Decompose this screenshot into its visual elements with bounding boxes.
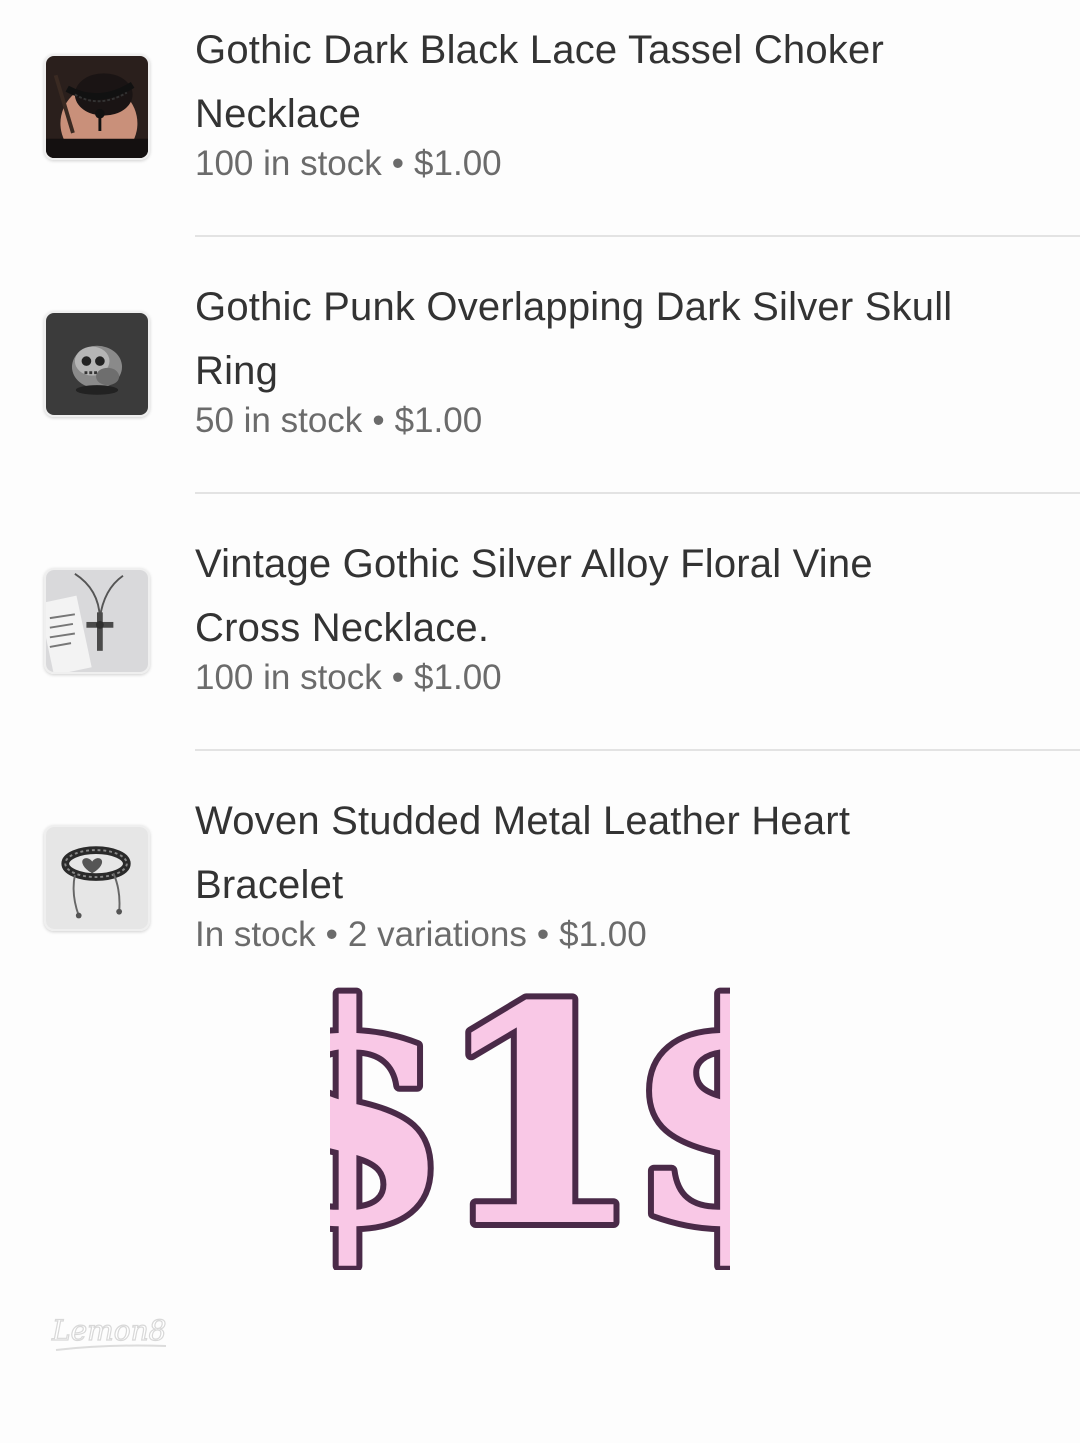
- watermark-text: Lemon8: [51, 1314, 166, 1347]
- list-divider: [195, 235, 1080, 237]
- separator-dot: •: [391, 658, 405, 697]
- product-meta: In stock • 2 variations • $1.00: [195, 913, 1040, 957]
- price-overlay-text: $1$: [330, 960, 730, 1270]
- product-meta: 100 in stock • $1.00: [195, 142, 1040, 186]
- list-item[interactable]: Gothic Dark Black Lace Tassel Choker Nec…: [0, 0, 1080, 256]
- price-label: $1.00: [414, 658, 502, 697]
- cross-necklace-thumbnail[interactable]: [44, 568, 150, 674]
- skull-ring-thumbnail[interactable]: [44, 311, 150, 417]
- product-title: Vintage Gothic Silver Alloy Floral Vine: [195, 542, 873, 586]
- price-label: $1.00: [559, 915, 647, 954]
- stock-label: 100 in stock: [195, 658, 382, 697]
- stock-label: In stock: [195, 915, 316, 954]
- separator-dot: •: [372, 401, 385, 440]
- list-item[interactable]: Gothic Punk Overlapping Dark Silver Skul…: [0, 257, 1080, 513]
- product-title: Cross Necklace.: [195, 606, 490, 650]
- heart-bracelet-photo-icon: [46, 827, 148, 929]
- separator-dot: •: [391, 144, 405, 183]
- variations-label: 2 variations: [347, 915, 527, 954]
- price-label: $1.00: [394, 401, 483, 440]
- separator-dot: •: [325, 915, 338, 954]
- stock-label: 100 in stock: [195, 144, 382, 183]
- separator-dot: •: [536, 915, 550, 954]
- product-title: Woven Studded Metal Leather Heart: [195, 799, 851, 843]
- product-meta: 100 in stock • $1.00: [195, 656, 1040, 700]
- choker-necklace-thumbnail[interactable]: [44, 54, 150, 160]
- list-item[interactable]: Vintage Gothic Silver Alloy Floral Vine …: [0, 514, 1080, 770]
- list-divider: [195, 492, 1080, 494]
- cross-necklace-photo-icon: [46, 570, 148, 672]
- price-overlay-graphic: $1$: [330, 960, 730, 1270]
- product-title: Gothic Punk Overlapping Dark Silver Skul…: [195, 285, 953, 329]
- lemon8-watermark-logo: Lemon8: [50, 1313, 167, 1351]
- price-label: $1.00: [414, 144, 502, 183]
- product-title: Necklace: [195, 92, 362, 136]
- product-meta: 50 in stock • $1.00: [195, 399, 1040, 443]
- product-title: Gothic Dark Black Lace Tassel Choker: [195, 28, 884, 72]
- skull-ring-photo-icon: [46, 313, 148, 415]
- product-title: Ring: [195, 349, 279, 393]
- choker-necklace-photo-icon: [46, 56, 148, 158]
- heart-bracelet-thumbnail[interactable]: [44, 825, 150, 931]
- stock-label: 50 in stock: [195, 401, 363, 440]
- product-title: Bracelet: [195, 863, 344, 907]
- list-divider: [195, 749, 1080, 751]
